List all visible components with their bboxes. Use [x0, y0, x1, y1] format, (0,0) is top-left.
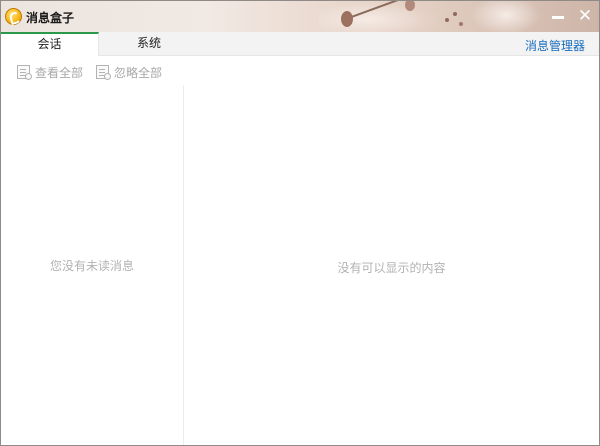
berry-decoration: [445, 18, 449, 22]
message-manager-link[interactable]: 消息管理器: [525, 37, 585, 54]
window-title: 消息盒子: [26, 11, 75, 25]
view-document-icon: [17, 65, 32, 80]
toolbar: 查看全部 忽略全部: [1, 57, 183, 85]
minimize-button[interactable]: [547, 5, 569, 27]
ignore-document-icon: [96, 65, 111, 80]
flower-bloom-decoration: [471, 1, 541, 32]
no-unread-messages-text: 您没有未读消息: [49, 259, 134, 273]
app-logo-icon: [5, 8, 22, 25]
title-bar[interactable]: 消息盒子 ✕: [1, 1, 599, 32]
view-all-label: 查看全部: [35, 66, 84, 80]
ignore-all-button[interactable]: 忽略全部: [96, 64, 166, 80]
message-box-window: 消息盒子 ✕ 会话 系统 消息管理器 查看全部 忽略全部 您没有未读消息 没有可…: [0, 0, 600, 446]
close-button[interactable]: ✕: [574, 5, 596, 27]
close-icon: ✕: [577, 6, 593, 26]
view-all-button[interactable]: 查看全部: [17, 64, 87, 80]
flower-bud-decoration: [341, 11, 353, 27]
no-content-text: 没有可以显示的内容: [337, 261, 446, 275]
tab-system[interactable]: 系统: [100, 32, 198, 56]
ignore-all-label: 忽略全部: [114, 66, 163, 80]
tab-bar: 会话 系统 消息管理器: [1, 32, 599, 56]
minimize-icon: [552, 16, 564, 19]
tab-conversations[interactable]: 会话: [1, 32, 99, 56]
